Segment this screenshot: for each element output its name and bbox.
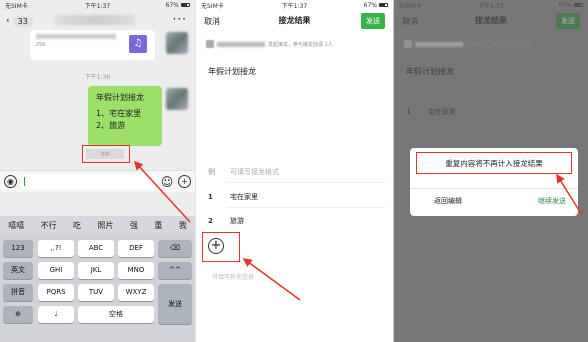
example-row[interactable]: 例 可填写接龙格式 — [208, 165, 385, 179]
candidate-word[interactable]: 我 — [179, 220, 187, 231]
relay-editor-screen: 无SIM卡 下午1:37 67% 取消 发送 接龙结果 发起接龙，参与接龙前请 … — [195, 0, 393, 342]
key-emoticon[interactable]: ^^ — [158, 262, 192, 279]
plus-icon[interactable]: + — [178, 175, 191, 188]
shared-card-message[interactable]: 29K ♫ — [30, 30, 155, 60]
status-time: 下午1:37 — [478, 2, 504, 10]
key-def[interactable]: DEF — [118, 240, 154, 257]
key-tuv[interactable]: TUV — [78, 284, 114, 301]
back-button[interactable]: ‹ 33 — [6, 15, 33, 27]
status-time: 下午1:37 — [84, 2, 111, 10]
key-pinyin[interactable]: 拼音 — [3, 284, 33, 301]
relay-info-text: 发起接龙，参与接龙前请 1人 — [268, 41, 333, 48]
relay-message-bubble[interactable]: 年假计划接龙 1、宅在家里 2、旅游 — [88, 86, 162, 146]
relay-item[interactable]: 1 宅在家里 — [208, 190, 385, 204]
key-wxyz[interactable]: WXYZ — [118, 284, 154, 301]
continue-send-button[interactable]: 继续发送 — [538, 196, 566, 206]
key-123[interactable]: 123 — [3, 240, 33, 257]
microphone-icon[interactable]: ♩ — [38, 306, 74, 323]
battery-icon — [379, 3, 388, 7]
key-english[interactable]: 英文 — [3, 262, 33, 279]
bubble-line-1: 1、宅在家里 — [96, 109, 142, 118]
avatar-icon — [206, 40, 214, 48]
emoji-icon[interactable]: ☺ — [160, 175, 174, 189]
backspace-icon[interactable]: ⌫ — [158, 240, 192, 257]
status-bar: 无SIM卡 下午1:37 67% — [0, 0, 195, 10]
battery-icon — [181, 3, 190, 7]
candidate-bar: 嘻嘻 不行 吃 照片 强 重 我 — [0, 216, 195, 234]
highlight-box — [82, 145, 130, 163]
candidate-word[interactable]: 不行 — [41, 220, 57, 231]
unread-count-badge: 33 — [12, 15, 33, 27]
status-bar: 无SIM卡 下午1:37 67% — [196, 0, 393, 10]
avatar[interactable] — [166, 32, 188, 54]
key-mno[interactable]: MNO — [118, 262, 154, 279]
tutorial-composite: 无SIM卡 下午1:37 67% ‹ 33 ··· 29K ♫ 下午1:36 年… — [0, 0, 588, 342]
item-number: 1 — [208, 193, 213, 201]
self-avatar[interactable] — [166, 88, 188, 110]
item-number: 1 — [406, 108, 411, 116]
voice-icon[interactable]: ◉ — [4, 175, 17, 188]
page-title: 接龙结果 — [475, 16, 507, 25]
chat-input-bar: ◉ ☺ + — [0, 170, 195, 192]
example-label: 例 — [208, 168, 215, 176]
back-to-edit-button[interactable]: 返回编辑 — [434, 196, 462, 206]
avatar-icon — [404, 40, 412, 48]
candidate-word[interactable]: 强 — [130, 220, 138, 231]
key-jkl[interactable]: JKL — [78, 262, 114, 279]
bubble-line-2: 2、旅游 — [96, 121, 126, 130]
relay-info: 发起接龙，参与接龙前请 1人 — [404, 40, 531, 48]
candidate-word[interactable]: 照片 — [97, 220, 113, 231]
music-note-icon: ♫ — [129, 35, 147, 53]
key-pqrs[interactable]: PQRS — [38, 284, 74, 301]
item-text: 宅在家里 — [230, 193, 258, 201]
item-text: 旅游 — [230, 217, 244, 225]
example-placeholder: 可填写接龙格式 — [230, 168, 279, 176]
key-punct[interactable]: ,.?! — [38, 240, 74, 257]
key-send[interactable]: 发送 — [158, 284, 192, 324]
chat-timestamp: 下午1:36 — [84, 74, 111, 81]
page-title: 接龙结果 — [278, 16, 311, 25]
chevron-left-icon: ‹ — [6, 16, 10, 26]
bubble-line-title: 年假计划接龙 — [96, 93, 144, 102]
candidate-word[interactable]: 重 — [154, 220, 162, 231]
key-abc[interactable]: ABC — [78, 240, 114, 257]
status-time: 下午1:37 — [281, 2, 308, 10]
chat-screen: 无SIM卡 下午1:37 67% ‹ 33 ··· 29K ♫ 下午1:36 年… — [0, 0, 195, 342]
relay-item[interactable]: 2 旅游 — [208, 214, 385, 228]
relay-heading: 年假计划接龙 — [406, 67, 454, 76]
relay-item: 1 宅在家里 — [406, 105, 580, 119]
relay-info: 发起接龙，参与接龙前请 1人 — [206, 40, 333, 48]
more-icon[interactable]: ··· — [173, 12, 187, 26]
chat-title-blurred — [55, 15, 135, 25]
status-bar: 无SIM卡 下午1:37 67% — [394, 0, 588, 10]
highlight-box — [202, 232, 240, 262]
relay-info-text: 发起接龙，参与接龙前请 1人 — [466, 41, 531, 48]
relay-heading[interactable]: 年假计划接龙 — [208, 66, 256, 77]
key-ghi[interactable]: GHI — [38, 262, 74, 279]
key-space[interactable]: 空格 — [78, 306, 154, 323]
battery-icon — [574, 3, 583, 7]
item-text: 宅在家里 — [428, 108, 456, 116]
highlight-box — [416, 152, 572, 174]
globe-icon[interactable]: ⊕ — [3, 306, 33, 323]
keyboard: 123 ,.?! ABC DEF ⌫ 英文 GHI JKL MNO ^^ 拼音 … — [0, 234, 195, 342]
supplement-input[interactable]: 可填写补充信息 — [212, 272, 254, 281]
message-input[interactable] — [21, 174, 156, 189]
candidate-word[interactable]: 嘻嘻 — [8, 220, 24, 231]
item-number: 2 — [208, 217, 213, 225]
confirm-dialog-screen: 无SIM卡 下午1:37 67% 取消 发送 接龙结果 发起接龙，参与接龙前请 … — [393, 0, 588, 342]
candidate-word[interactable]: 吃 — [73, 220, 81, 231]
